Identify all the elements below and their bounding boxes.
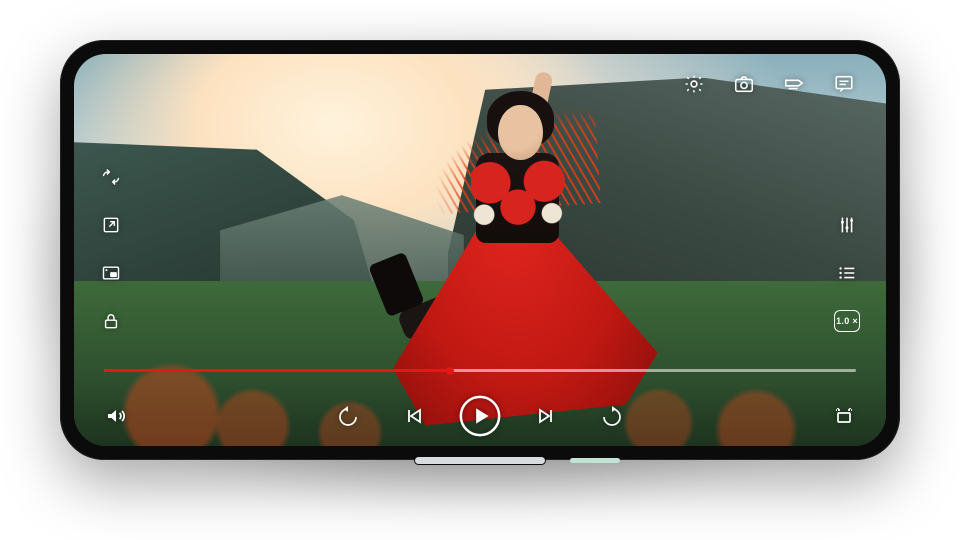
gear-icon: [683, 73, 705, 95]
next-button[interactable]: [534, 404, 558, 428]
crop-icon: [832, 404, 856, 428]
transport-controls: [336, 404, 624, 428]
camera-icon: [733, 73, 755, 95]
popout-button[interactable]: [100, 214, 122, 236]
video-player-screen: 1.0 ×: [74, 54, 886, 446]
playlist-button[interactable]: [834, 262, 860, 284]
progress-thumb[interactable]: [446, 367, 454, 375]
progress-track[interactable]: [104, 369, 856, 372]
speed-button[interactable]: 1.0 ×: [834, 310, 860, 332]
bottom-controls: [74, 404, 886, 428]
play-button[interactable]: [468, 404, 492, 428]
rewind-button[interactable]: [336, 404, 360, 428]
previous-button[interactable]: [402, 404, 426, 428]
crop-button[interactable]: [832, 404, 856, 428]
phone-home-indicator: [415, 457, 545, 464]
comment-icon: [833, 73, 855, 95]
top-controls: [682, 72, 856, 96]
subtitle-icon: [782, 73, 806, 95]
lock-button[interactable]: [100, 310, 122, 332]
rotate-button[interactable]: [100, 166, 122, 188]
subtitles-button[interactable]: [782, 72, 806, 96]
stage: 1.0 ×: [0, 0, 960, 540]
lock-icon: [101, 311, 121, 331]
volume-button[interactable]: [104, 404, 128, 428]
video-backdrop: [74, 54, 886, 446]
right-controls: 1.0 ×: [834, 214, 860, 332]
popout-icon: [101, 215, 121, 235]
pip-icon: [101, 263, 121, 283]
rewind-10-icon: [336, 404, 360, 428]
equalizer-icon: [836, 214, 858, 236]
settings-button[interactable]: [682, 72, 706, 96]
left-controls: [100, 166, 122, 332]
phone-side-button: [570, 458, 620, 463]
forward-button[interactable]: [600, 404, 624, 428]
phone-frame: 1.0 ×: [60, 40, 900, 460]
comments-button[interactable]: [832, 72, 856, 96]
play-circle-icon: [457, 393, 503, 439]
skip-next-icon: [534, 404, 558, 428]
playlist-icon: [836, 262, 858, 284]
equalizer-button[interactable]: [834, 214, 860, 236]
screenshot-button[interactable]: [732, 72, 756, 96]
rotate-icon: [101, 167, 121, 187]
pip-button[interactable]: [100, 262, 122, 284]
volume-icon: [104, 404, 128, 428]
progress-fill: [104, 369, 450, 372]
forward-10-icon: [600, 404, 624, 428]
speed-pill: 1.0 ×: [834, 310, 860, 332]
skip-previous-icon: [402, 404, 426, 428]
